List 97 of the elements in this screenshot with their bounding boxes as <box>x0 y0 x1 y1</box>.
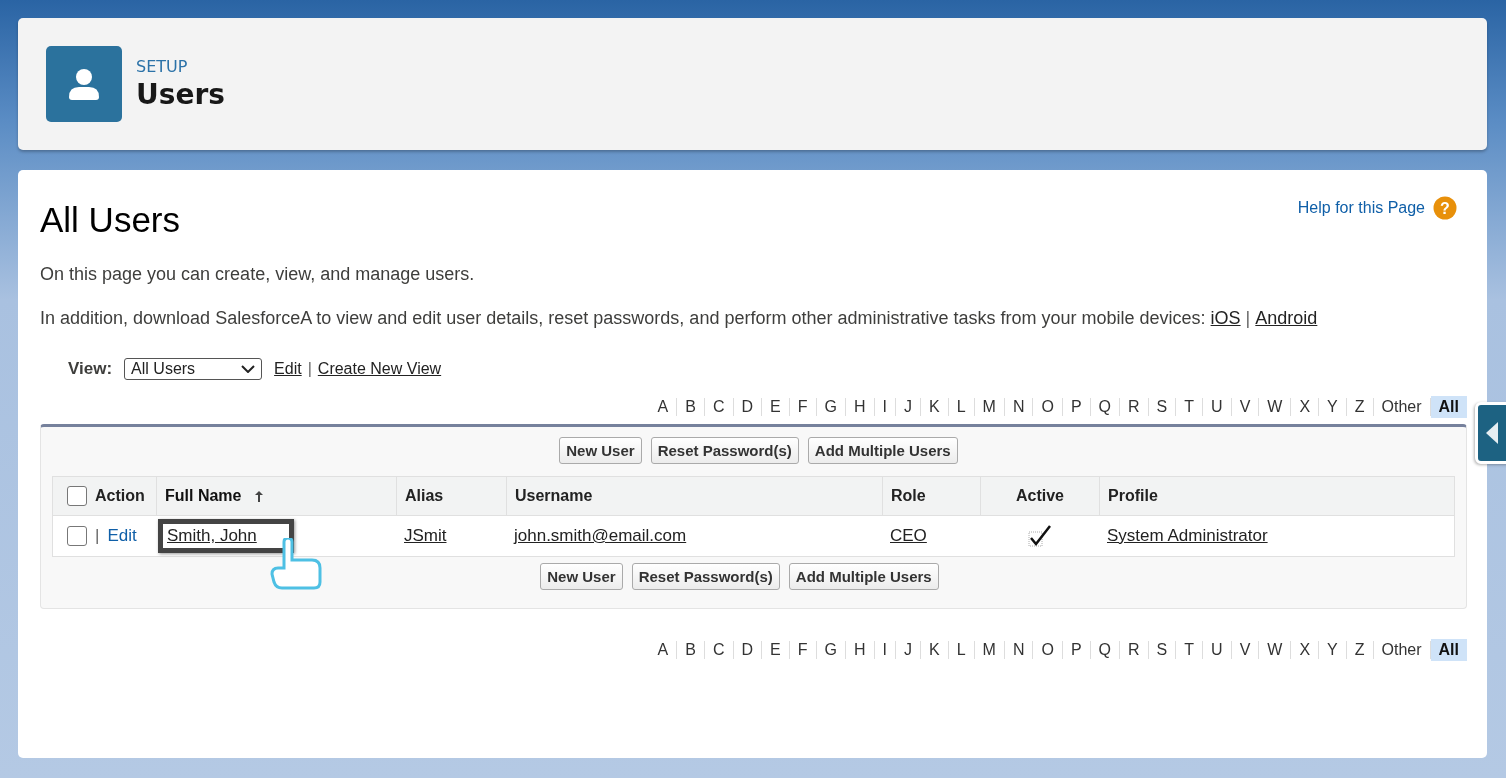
letter-filter[interactable]: N <box>1004 396 1033 418</box>
column-header[interactable]: Action <box>95 487 145 505</box>
letter-filter[interactable]: B <box>677 396 704 418</box>
column-header[interactable]: Username <box>515 487 593 505</box>
intro-text: On this page you can create, view, and manage users. <box>40 263 476 286</box>
view-label: View: <box>68 359 113 379</box>
sort-arrow-icon <box>255 490 264 502</box>
letter-filter[interactable]: Q <box>1090 396 1120 418</box>
letter-filter[interactable]: J <box>896 639 920 661</box>
edit-link[interactable]: Edit <box>107 526 137 546</box>
action-button[interactable]: New User <box>540 563 623 590</box>
letter-filter[interactable]: X <box>1291 396 1319 418</box>
letter-filter[interactable]: T <box>1176 396 1203 418</box>
letter-filter[interactable]: F <box>789 639 816 661</box>
letter-filter[interactable]: V <box>1231 639 1259 661</box>
mobile-text: In addition, download SalesforceA to view and edit user details, reset passwords, and perform other administrative tasks from your mobile devices: <box>40 308 1206 328</box>
column-header[interactable]: Active <box>1016 487 1064 505</box>
letter-filter[interactable]: S <box>1148 639 1176 661</box>
profile-link[interactable]: System Administrator <box>1107 526 1268 546</box>
letter-filter[interactable]: A <box>649 639 677 661</box>
letter-filter[interactable]: Y <box>1319 396 1346 418</box>
letter-filter[interactable]: V <box>1231 396 1259 418</box>
letter-filter[interactable]: U <box>1203 396 1231 418</box>
letter-filter[interactable]: All <box>1430 639 1467 661</box>
letter-filter[interactable]: A <box>649 396 677 418</box>
action-button[interactable]: Add Multiple Users <box>788 563 939 590</box>
letter-filter[interactable]: G <box>816 396 845 418</box>
letter-filter[interactable]: U <box>1203 639 1231 661</box>
letter-filter[interactable]: O <box>1033 639 1062 661</box>
letter-filter[interactable]: R <box>1120 396 1148 418</box>
view-link[interactable]: Create New View <box>317 360 442 378</box>
letter-filter[interactable]: S <box>1148 396 1176 418</box>
letter-filter[interactable]: C <box>704 639 733 661</box>
side-panel-tab[interactable] <box>1475 402 1506 464</box>
column-header[interactable]: Alias <box>405 487 444 505</box>
chevron-icon <box>241 365 256 373</box>
letter-filter[interactable]: F <box>789 396 816 418</box>
app-link[interactable]: iOS <box>1210 308 1241 328</box>
letter-filter[interactable]: T <box>1176 639 1203 661</box>
row-checkbox[interactable] <box>67 526 87 546</box>
alias-link[interactable]: JSmit <box>404 526 447 546</box>
letter-filter[interactable]: H <box>846 639 874 661</box>
letter-filter[interactable]: L <box>948 396 974 418</box>
letter-filter[interactable]: E <box>762 639 789 661</box>
select-all-checkbox[interactable] <box>67 486 87 506</box>
letter-filter[interactable]: Other <box>1373 396 1430 418</box>
letter-filter[interactable]: I <box>874 639 895 661</box>
letter-filter[interactable]: N <box>1004 639 1033 661</box>
view-link[interactable]: Edit <box>274 360 302 378</box>
user-name-link[interactable]: Smith, John <box>167 526 257 545</box>
letter-filter[interactable]: C <box>704 396 733 418</box>
letter-filter[interactable]: G <box>816 639 845 661</box>
letter-filter[interactable]: D <box>733 396 762 418</box>
letter-filter[interactable]: B <box>677 639 704 661</box>
column-header[interactable]: Full Name <box>165 487 242 505</box>
letter-filter[interactable]: W <box>1259 396 1291 418</box>
letter-filter[interactable]: P <box>1062 639 1090 661</box>
letter-filter[interactable]: Z <box>1346 396 1373 418</box>
column-header[interactable]: Role <box>891 487 926 505</box>
letter-filter[interactable]: K <box>921 639 948 661</box>
letter-filter[interactable]: J <box>896 396 920 418</box>
view-dropdown[interactable]: All Users <box>124 358 263 380</box>
letter-filter[interactable]: M <box>974 396 1004 418</box>
letter-filter[interactable]: Z <box>1346 639 1373 661</box>
column-header[interactable]: Profile <box>1108 487 1158 505</box>
separator: | <box>307 360 312 378</box>
letter-filter[interactable]: M <box>974 639 1004 661</box>
breadcrumb-label: SETUP <box>136 57 189 76</box>
letter-filter[interactable]: L <box>948 639 974 661</box>
letter-filter[interactable]: P <box>1062 396 1090 418</box>
letter-filter[interactable]: W <box>1259 639 1291 661</box>
app-link[interactable]: Android <box>1255 308 1318 328</box>
separator: | <box>1244 308 1252 328</box>
action-button[interactable]: New User <box>559 437 642 464</box>
letter-filter[interactable]: D <box>733 639 762 661</box>
help-link[interactable]: Help for this Page <box>1297 199 1425 217</box>
letter-filter[interactable]: K <box>921 396 948 418</box>
page-title: Users <box>136 78 225 111</box>
action-button[interactable]: Add Multiple Users <box>807 437 958 464</box>
letter-filter[interactable]: E <box>762 396 789 418</box>
letter-filter[interactable]: H <box>846 396 874 418</box>
letter-filter[interactable]: X <box>1291 639 1319 661</box>
separator: | <box>95 526 100 546</box>
action-button[interactable]: Reset Password(s) <box>650 437 799 464</box>
letter-filter[interactable]: Other <box>1373 639 1430 661</box>
section-title: All Users <box>40 200 181 240</box>
letter-filter[interactable]: All <box>1430 396 1467 418</box>
letter-filter[interactable]: I <box>874 396 895 418</box>
letter-filter[interactable]: R <box>1120 639 1148 661</box>
letter-filter[interactable]: Y <box>1319 639 1346 661</box>
role-link[interactable]: CEO <box>890 526 927 546</box>
user-icon <box>46 46 122 122</box>
letter-filter[interactable]: Q <box>1090 639 1120 661</box>
letter-filter[interactable]: O <box>1033 396 1062 418</box>
action-button[interactable]: Reset Password(s) <box>631 563 780 590</box>
username-link[interactable]: john.smith@email.com <box>514 526 687 546</box>
left-triangle-icon <box>1486 422 1498 444</box>
